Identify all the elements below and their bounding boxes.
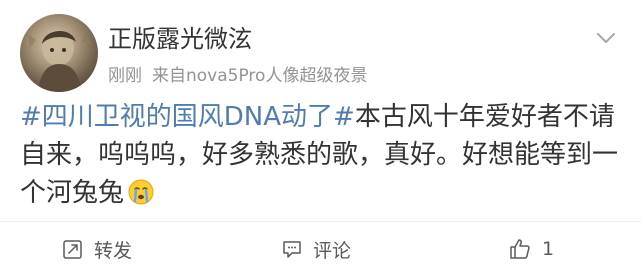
avatar[interactable]: [20, 14, 98, 92]
post-content: #四川卫视的国风DNA动了#本古风十年爱好者不请自来，呜呜呜，好多熟悉的歌，真好…: [20, 98, 620, 212]
crying-face-emoji-icon: [128, 178, 154, 205]
username[interactable]: 正版露光微泫: [108, 24, 367, 54]
avatar-image: [28, 30, 92, 92]
post-meta: 刚刚 来自nova5Pro人像超级夜景: [108, 66, 367, 86]
like-count: 1: [542, 238, 555, 260]
action-bar: 转发 评论 1: [0, 222, 641, 276]
post-header: 正版露光微泫 刚刚 来自nova5Pro人像超级夜景: [20, 14, 620, 94]
repost-label: 转发: [94, 239, 133, 262]
user-info: 正版露光微泫 刚刚 来自nova5Pro人像超级夜景: [108, 24, 367, 86]
thumbs-up-icon: [510, 239, 530, 259]
post-time: 刚刚: [108, 66, 142, 86]
chevron-down-icon[interactable]: [592, 24, 620, 52]
repost-icon: [63, 240, 82, 259]
topic-link[interactable]: #四川卫视的国风DNA动了#: [20, 102, 355, 132]
weibo-post: 正版露光微泫 刚刚 来自nova5Pro人像超级夜景 #四川卫视的国风DNA动了#…: [0, 0, 641, 276]
like-button[interactable]: 1: [508, 222, 554, 276]
repost-button[interactable]: 转发: [62, 222, 132, 276]
comment-button[interactable]: 评论: [281, 222, 351, 276]
comment-label: 评论: [313, 239, 352, 262]
post-source[interactable]: 来自nova5Pro人像超级夜景: [152, 66, 367, 86]
comment-icon: [283, 241, 301, 258]
